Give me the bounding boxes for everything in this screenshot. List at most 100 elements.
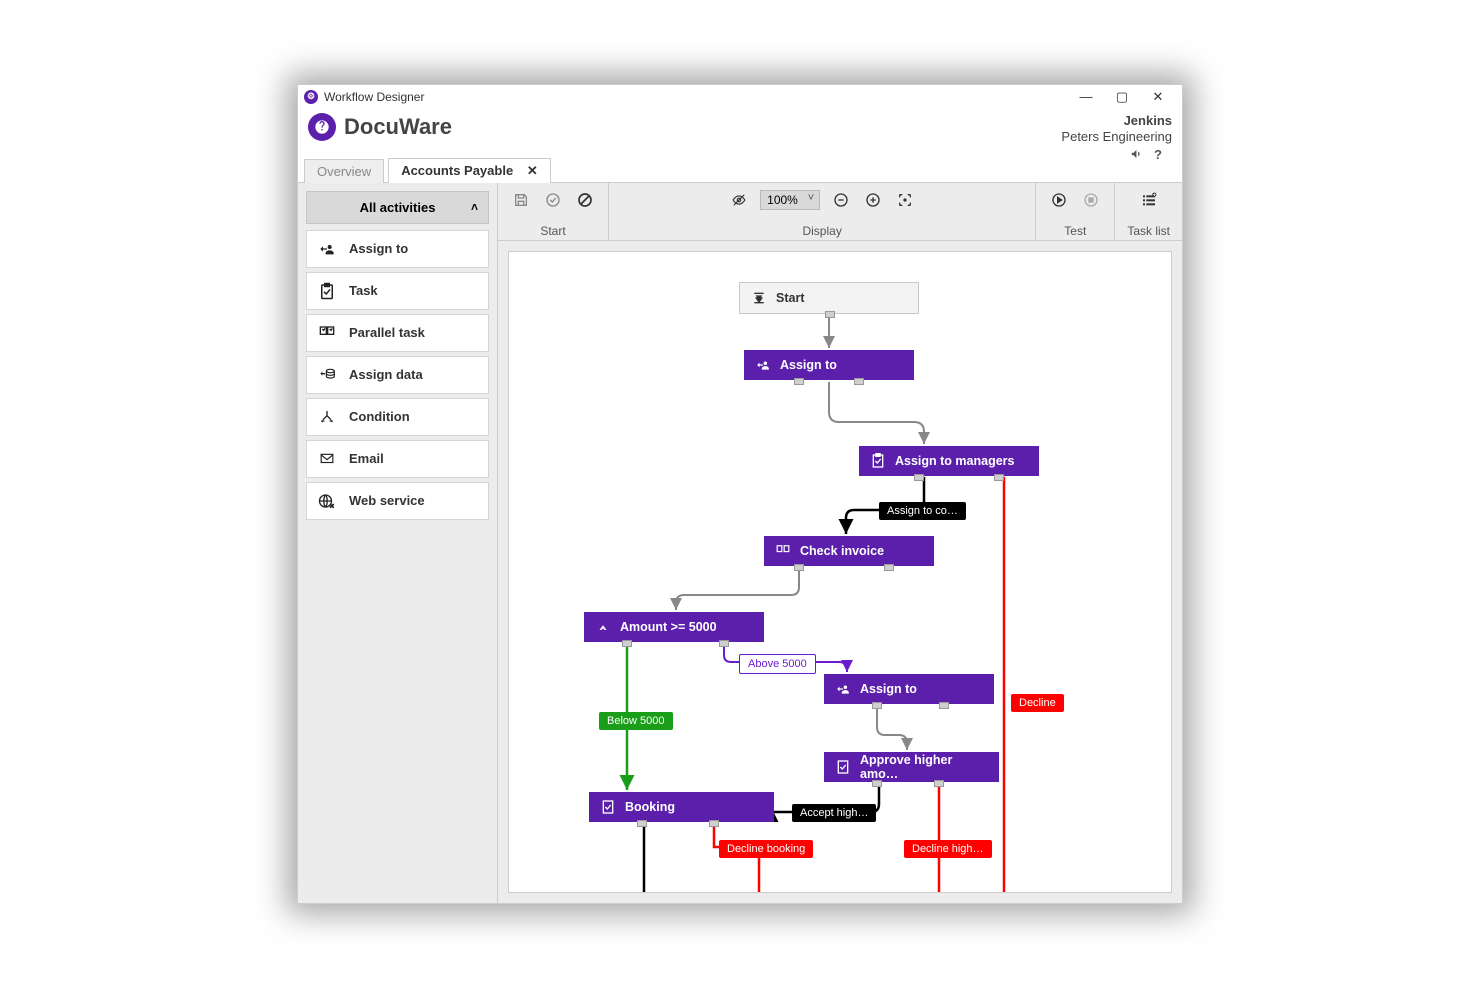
edge-label-assign-co: Assign to co… <box>879 502 966 520</box>
toolbar-display-label: Display <box>802 224 841 238</box>
tab-accounts-payable[interactable]: Accounts Payable ✕ <box>388 158 551 183</box>
toolbar: Start 100% Display <box>498 183 1182 241</box>
help-icon[interactable]: ? <box>1154 147 1162 165</box>
parallel-task-icon <box>317 324 337 342</box>
logo: DocuWare <box>308 113 452 141</box>
logo-icon <box>308 113 336 141</box>
cancel-icon[interactable] <box>574 189 596 211</box>
activity-label: Parallel task <box>349 325 425 340</box>
sidebar-header-label: All activities <box>360 200 436 215</box>
node-label: Approve higher amo… <box>860 753 989 781</box>
node-approve-higher[interactable]: Approve higher amo… <box>824 752 999 782</box>
validate-button[interactable] <box>542 189 564 211</box>
task-icon <box>869 452 887 470</box>
node-amount-condition[interactable]: Amount >= 5000 <box>584 612 764 642</box>
app-icon: ⚙ <box>304 90 318 104</box>
activity-label: Assign to <box>349 241 408 256</box>
visibility-icon[interactable] <box>728 189 750 211</box>
task-icon <box>834 758 852 776</box>
fit-screen-button[interactable] <box>894 189 916 211</box>
node-label: Assign to <box>780 358 837 372</box>
activity-task[interactable]: Task <box>306 272 489 310</box>
zoom-in-button[interactable] <box>862 189 884 211</box>
node-label: Start <box>776 291 804 305</box>
edge-label-below: Below 5000 <box>599 712 673 730</box>
chevron-up-icon: ˄ <box>471 200 478 214</box>
node-label: Assign to managers <box>895 454 1014 468</box>
brand-name: DocuWare <box>344 114 452 140</box>
node-label: Assign to <box>860 682 917 696</box>
activity-condition[interactable]: Condition <box>306 398 489 436</box>
node-label: Amount >= 5000 <box>620 620 717 634</box>
toolbar-test-label: Test <box>1064 224 1086 238</box>
activity-parallel-task[interactable]: Parallel task <box>306 314 489 352</box>
web-service-icon <box>317 492 337 510</box>
toolbar-group-test: Test <box>1036 183 1115 240</box>
activity-assign-to[interactable]: Assign to <box>306 230 489 268</box>
activity-label: Web service <box>349 493 425 508</box>
condition-icon <box>594 618 612 636</box>
close-window-button[interactable]: ✕ <box>1140 87 1176 107</box>
start-icon <box>750 289 768 307</box>
node-assign-to-1[interactable]: Assign to <box>744 350 914 380</box>
edge-label-accept-high: Accept high… <box>792 804 876 822</box>
activity-list: Assign to Task Parallel task Assign data… <box>306 230 489 520</box>
toolbar-group-display: 100% Display <box>609 183 1036 240</box>
zoom-out-button[interactable] <box>830 189 852 211</box>
user-org: Peters Engineering <box>1061 129 1172 145</box>
activity-label: Task <box>349 283 378 298</box>
window-title: Workflow Designer <box>324 90 424 104</box>
toolbar-group-tasklist: Task list <box>1115 183 1182 240</box>
sidebar-header[interactable]: All activities ˄ <box>306 191 489 224</box>
activity-label: Email <box>349 451 384 466</box>
tabs: Overview Accounts Payable ✕ <box>298 155 1182 183</box>
app-window: ⚙ Workflow Designer — ▢ ✕ DocuWare Jenki… <box>297 84 1183 904</box>
task-icon <box>317 282 337 300</box>
user-name: Jenkins <box>1061 113 1172 129</box>
tab-label: Accounts Payable <box>401 163 513 178</box>
node-start[interactable]: Start <box>739 282 919 314</box>
node-check-invoice[interactable]: Check invoice <box>764 536 934 566</box>
edge-label-above: Above 5000 <box>739 654 816 674</box>
user-info: Jenkins Peters Engineering ? <box>1061 113 1172 166</box>
titlebar: ⚙ Workflow Designer — ▢ ✕ <box>298 85 1182 109</box>
maximize-button[interactable]: ▢ <box>1104 87 1140 107</box>
edge-label-decline: Decline <box>1011 694 1064 712</box>
email-icon <box>317 450 337 468</box>
zoom-select[interactable]: 100% <box>760 190 820 210</box>
activity-label: Assign data <box>349 367 423 382</box>
sidebar: All activities ˄ Assign to Task Parallel… <box>298 183 498 903</box>
toolbar-start-label: Start <box>540 224 565 238</box>
announce-icon[interactable] <box>1130 147 1144 165</box>
task-icon <box>599 798 617 816</box>
body: All activities ˄ Assign to Task Parallel… <box>298 183 1182 903</box>
workflow-canvas[interactable]: Start Assign to Assign to managers <box>508 251 1172 893</box>
tab-close-icon[interactable]: ✕ <box>527 163 538 178</box>
stop-button[interactable] <box>1080 189 1102 211</box>
tasklist-button[interactable] <box>1138 189 1160 211</box>
canvas-wrap: Start Assign to Assign to managers <box>498 241 1182 903</box>
play-button[interactable] <box>1048 189 1070 211</box>
node-assign-to-2[interactable]: Assign to <box>824 674 994 704</box>
activity-label: Condition <box>349 409 410 424</box>
minimize-button[interactable]: — <box>1068 87 1104 107</box>
save-button[interactable] <box>510 189 532 211</box>
main: Start 100% Display <box>498 183 1182 903</box>
node-label: Booking <box>625 800 675 814</box>
edge-label-decline-booking: Decline booking <box>719 840 813 858</box>
activity-email[interactable]: Email <box>306 440 489 478</box>
edge-label-decline-high: Decline high… <box>904 840 992 858</box>
tab-overview[interactable]: Overview <box>304 159 384 183</box>
activity-assign-data[interactable]: Assign data <box>306 356 489 394</box>
toolbar-tasklist-label: Task list <box>1127 224 1170 238</box>
assign-data-icon <box>317 366 337 384</box>
assign-to-icon <box>754 356 772 374</box>
node-booking[interactable]: Booking <box>589 792 774 822</box>
assign-to-icon <box>834 680 852 698</box>
condition-icon <box>317 408 337 426</box>
node-label: Check invoice <box>800 544 884 558</box>
node-assign-managers[interactable]: Assign to managers <box>859 446 1039 476</box>
toolbar-group-start: Start <box>498 183 609 240</box>
activity-web-service[interactable]: Web service <box>306 482 489 520</box>
assign-to-icon <box>317 240 337 258</box>
